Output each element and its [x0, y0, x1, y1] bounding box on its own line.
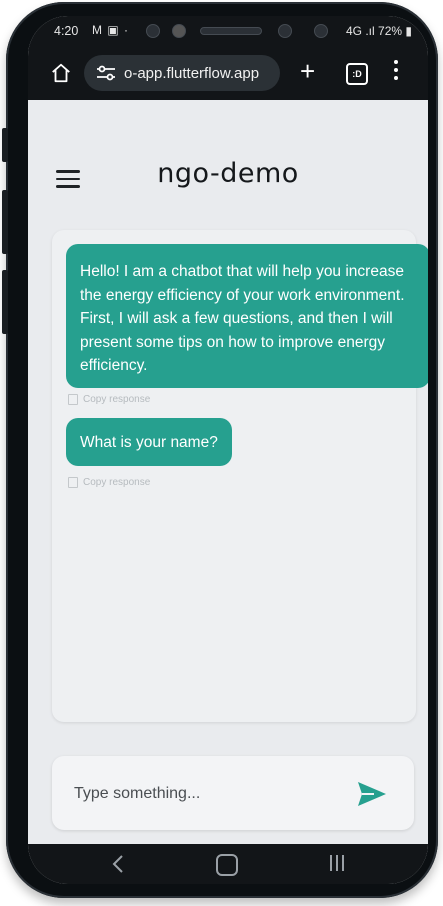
copy-response-label: Copy response [83, 477, 151, 488]
chat-message-bot: Hello! I am a chatbot that will help you… [66, 244, 428, 388]
phone-button [2, 128, 8, 162]
home-icon[interactable] [50, 62, 72, 84]
chat-message-bot: What is your name? [66, 418, 232, 466]
status-bar: 4:20 M ▣ · 4G .ıl 72% ▮ [28, 16, 428, 46]
copy-icon [68, 394, 78, 405]
sensor-icon [146, 24, 160, 38]
menu-icon[interactable] [394, 60, 400, 84]
url-text: o-app.flutterflow.app [124, 64, 260, 82]
copy-response-button[interactable]: Copy response [68, 394, 150, 405]
camera-icon [172, 24, 186, 38]
status-right: 4G .ıl 72% ▮ [346, 24, 412, 38]
message-composer [52, 756, 414, 830]
status-time: 4:20 [54, 24, 79, 38]
front-camera-icon [314, 24, 328, 38]
phone-frame: 4:20 M ▣ · 4G .ıl 72% ▮ o-app.flutterflo… [2, 2, 438, 898]
battery-icon: ▮ [405, 24, 412, 38]
copy-icon [68, 477, 78, 488]
address-bar[interactable]: o-app.flutterflow.app [84, 55, 280, 91]
tab-switcher-icon[interactable]: :D [346, 63, 368, 85]
new-tab-icon[interactable]: + [300, 58, 315, 84]
battery-level: 72% [378, 24, 403, 38]
speaker-grille [200, 27, 262, 35]
browser-toolbar: o-app.flutterflow.app + :D [28, 46, 428, 100]
sensor-icon [278, 24, 292, 38]
chat-panel[interactable]: Hello! I am a chatbot that will help you… [52, 230, 428, 722]
page-title: ngo-demo [157, 158, 299, 189]
site-settings-icon[interactable] [96, 65, 116, 81]
phone-button [2, 190, 8, 254]
app-header: ngo-demo [28, 100, 428, 240]
camera-cutout [138, 24, 328, 38]
signal-icon: .ıl [365, 24, 375, 38]
back-icon[interactable] [110, 854, 126, 874]
copy-response-button[interactable]: Copy response [68, 477, 150, 488]
screen: 4:20 M ▣ · 4G .ıl 72% ▮ o-app.flutterflo… [28, 16, 428, 884]
network-type: 4G [345, 24, 362, 38]
system-nav-bar [28, 844, 428, 884]
recent-apps-icon[interactable] [330, 855, 348, 873]
copy-response-label: Copy response [83, 394, 151, 405]
notification-icons: M ▣ · [92, 23, 129, 37]
send-icon[interactable] [356, 780, 388, 808]
home-button-icon[interactable] [216, 854, 238, 876]
message-input[interactable] [72, 784, 336, 804]
phone-button [2, 270, 8, 334]
